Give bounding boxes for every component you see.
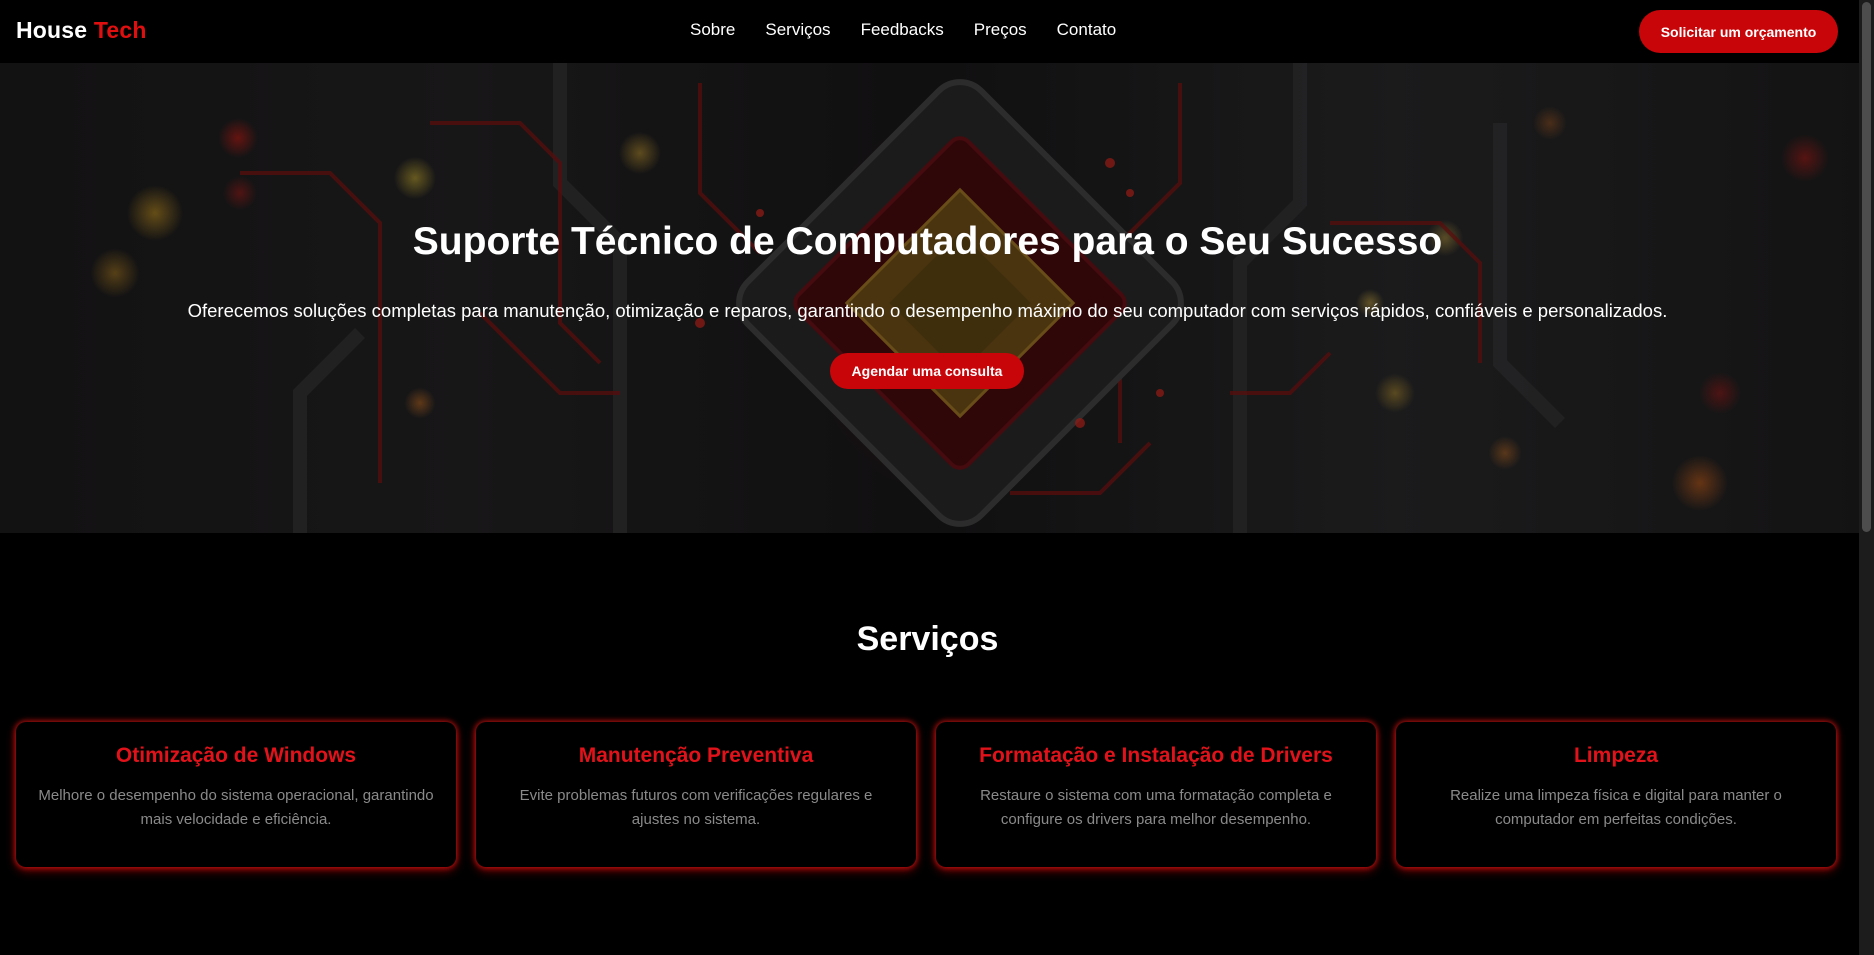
service-card-description: Melhore o desempenho do sistema operacio… — [38, 787, 434, 828]
service-card-description: Restaure o sistema com uma formatação co… — [980, 787, 1332, 828]
service-card-title: Formatação e Instalação de Drivers — [979, 744, 1333, 767]
nav-link-servicos[interactable]: Serviços — [765, 20, 830, 40]
services-title: Serviços — [856, 620, 999, 658]
hero-section: Suporte Técnico de Computadores para o S… — [0, 63, 1859, 533]
service-card-windows-optimization: Otimização de Windows Melhore o desempen… — [16, 722, 456, 867]
service-card-description: Evite problemas futuros com verificações… — [519, 787, 873, 828]
page: House Tech Sobre Serviços Feedbacks Preç… — [0, 0, 1874, 955]
main-nav: Sobre Serviços Feedbacks Preços Contato — [690, 20, 1116, 40]
nav-link-sobre[interactable]: Sobre — [690, 20, 735, 40]
nav-link-feedbacks[interactable]: Feedbacks — [861, 20, 944, 40]
service-card-title: Manutenção Preventiva — [578, 744, 814, 767]
site-header: House Tech Sobre Serviços Feedbacks Preç… — [0, 0, 1859, 63]
service-card-formatting-drivers: Formatação e Instalação de Drivers Resta… — [936, 722, 1376, 867]
page-content: House Tech Sobre Serviços Feedbacks Preç… — [0, 0, 1859, 955]
service-card-description: Realize uma limpeza física e digital par… — [1450, 787, 1782, 828]
hero-overlay — [0, 63, 1859, 533]
logo[interactable]: House Tech — [16, 17, 147, 44]
hero-title: Suporte Técnico de Computadores para o S… — [412, 220, 1443, 263]
nav-link-contato[interactable]: Contato — [1057, 20, 1117, 40]
services-cards: Otimização de Windows Melhore o desempen… — [16, 722, 1838, 867]
service-card-title: Otimização de Windows — [115, 744, 357, 767]
request-quote-button[interactable]: Solicitar um orçamento — [1639, 10, 1838, 53]
logo-text-house: House — [16, 17, 88, 43]
service-card-cleaning: Limpeza Realize uma limpeza física e dig… — [1396, 722, 1836, 867]
schedule-consultation-button[interactable]: Agendar uma consulta — [830, 353, 1024, 389]
scrollbar-thumb[interactable] — [1862, 2, 1871, 532]
logo-text-tech: Tech — [93, 17, 147, 43]
service-card-title: Limpeza — [1573, 744, 1659, 767]
vertical-scrollbar[interactable] — [1859, 0, 1874, 955]
hero-subtitle: Oferecemos soluções completas para manut… — [187, 300, 1668, 321]
service-card-preventive-maintenance: Manutenção Preventiva Evite problemas fu… — [476, 722, 916, 867]
nav-link-precos[interactable]: Preços — [974, 20, 1027, 40]
